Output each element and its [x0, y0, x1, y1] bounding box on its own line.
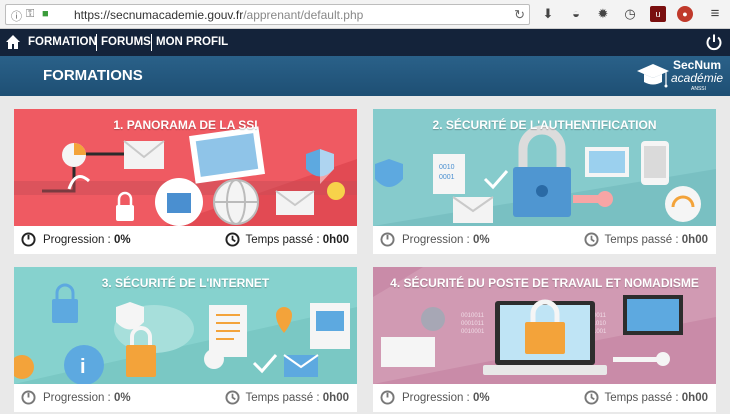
- module-card-2[interactable]: 0010 0001 2. SÉCURITÉ DE L'AUTHENTIFICAT…: [373, 109, 716, 254]
- module-title[interactable]: 4. SÉCURITÉ DU POSTE DE TRAVAIL ET NOMAD…: [373, 276, 716, 290]
- progress-info: Progression : 0%: [21, 232, 131, 248]
- time-value: 0h00: [681, 392, 708, 404]
- gear-icon[interactable]: ✹: [595, 6, 611, 22]
- info-icon[interactable]: ⓘ: [11, 8, 22, 24]
- progress-info: Progression : 0%: [380, 232, 490, 248]
- svg-text:0010: 0010: [439, 164, 455, 171]
- module-title[interactable]: 1. PANORAMA DE LA SSI: [14, 118, 357, 132]
- time-value: 0h00: [681, 234, 708, 246]
- gauge-icon: [21, 232, 36, 247]
- module-footer: Progression : 0% Temps passé : 0h00: [373, 226, 716, 254]
- ublock-icon[interactable]: u: [650, 6, 666, 22]
- progress-value: 0%: [113, 234, 131, 246]
- svg-text:0001: 0001: [439, 174, 455, 181]
- module-footer: Progression : 0% Temps passé : 0h00: [14, 384, 357, 412]
- nav-separator: [96, 34, 97, 51]
- module-footer: Progression : 0% Temps passé : 0h00: [14, 226, 357, 254]
- home-icon[interactable]: [5, 34, 21, 50]
- browser-toolbar: ⓘ ⚿ ■ https://secnumacademie.gouv.fr/app…: [0, 0, 730, 29]
- address-bar[interactable]: ⓘ ⚿ ■ https://secnumacademie.gouv.fr/app…: [5, 4, 530, 25]
- nav-mon-profil[interactable]: MON PROFIL: [156, 29, 228, 56]
- main-nav: FORMATION FORUMS MON PROFIL: [0, 29, 730, 56]
- progress-info: Progression : 0%: [21, 390, 131, 406]
- clock-icon: [225, 232, 240, 247]
- page-header: FORMATIONS SecNum académie ANSSI: [0, 56, 730, 96]
- svg-text:0001011: 0001011: [461, 321, 485, 327]
- reload-icon[interactable]: ↻: [514, 7, 525, 23]
- time-info: Temps passé : 0h00: [225, 232, 349, 248]
- power-icon[interactable]: [705, 33, 723, 51]
- progress-value: 0%: [472, 392, 490, 404]
- page-title: FORMATIONS: [43, 67, 143, 84]
- module-card-4[interactable]: 0010011 0001011 0010001 1010011 0011010 …: [373, 267, 716, 412]
- gauge-icon: [380, 232, 395, 247]
- menu-icon[interactable]: ≡: [707, 6, 723, 22]
- secnum-logo[interactable]: SecNum académie ANSSI: [635, 58, 725, 94]
- svg-text:0010001: 0010001: [461, 329, 485, 335]
- clock-icon: [584, 232, 599, 247]
- url-text[interactable]: https://secnumacademie.gouv.fr/apprenant…: [74, 8, 363, 22]
- clock-icon: [584, 390, 599, 405]
- time-info: Temps passé : 0h00: [584, 390, 708, 406]
- nav-forums[interactable]: FORUMS: [101, 29, 151, 56]
- module-banner[interactable]: 1. PANORAMA DE LA SSI: [14, 109, 357, 226]
- gauge-icon: [21, 390, 36, 405]
- progress-info: Progression : 0%: [380, 390, 490, 406]
- lock-icon[interactable]: ■: [42, 8, 49, 20]
- clock-icon: [225, 390, 240, 405]
- mask-icon[interactable]: ◒: [568, 6, 584, 22]
- module-title[interactable]: 2. SÉCURITÉ DE L'AUTHENTIFICATION: [373, 118, 716, 132]
- progress-value: 0%: [472, 234, 490, 246]
- graduation-cap-icon: [637, 64, 669, 88]
- module-card-3[interactable]: i 3. SÉCURITÉ DE L'INTERNET Progression …: [14, 267, 357, 412]
- time-info: Temps passé : 0h00: [584, 232, 708, 248]
- key-icon[interactable]: ⚿: [26, 8, 34, 21]
- svg-text:i: i: [80, 356, 86, 378]
- module-card-1[interactable]: 1. PANORAMA DE LA SSI Progression : 0% T…: [14, 109, 357, 254]
- addon-icon[interactable]: ●: [677, 6, 693, 22]
- module-banner[interactable]: 0010 0001 2. SÉCURITÉ DE L'AUTHENTIFICAT…: [373, 109, 716, 226]
- nav-formation[interactable]: FORMATION: [28, 29, 97, 56]
- module-banner[interactable]: i 3. SÉCURITÉ DE L'INTERNET: [14, 267, 357, 384]
- download-icon[interactable]: ⬇: [540, 6, 556, 22]
- module-banner[interactable]: 0010011 0001011 0010001 1010011 0011010 …: [373, 267, 716, 384]
- time-value: 0h00: [322, 392, 349, 404]
- gauge-icon: [380, 390, 395, 405]
- module-footer: Progression : 0% Temps passé : 0h00: [373, 384, 716, 412]
- time-info: Temps passé : 0h00: [225, 390, 349, 406]
- module-title[interactable]: 3. SÉCURITÉ DE L'INTERNET: [14, 276, 357, 290]
- progress-value: 0%: [113, 392, 131, 404]
- time-value: 0h00: [322, 234, 349, 246]
- svg-text:0010011: 0010011: [461, 313, 485, 319]
- clock-icon[interactable]: ◷: [622, 6, 638, 22]
- nav-separator: [151, 34, 152, 51]
